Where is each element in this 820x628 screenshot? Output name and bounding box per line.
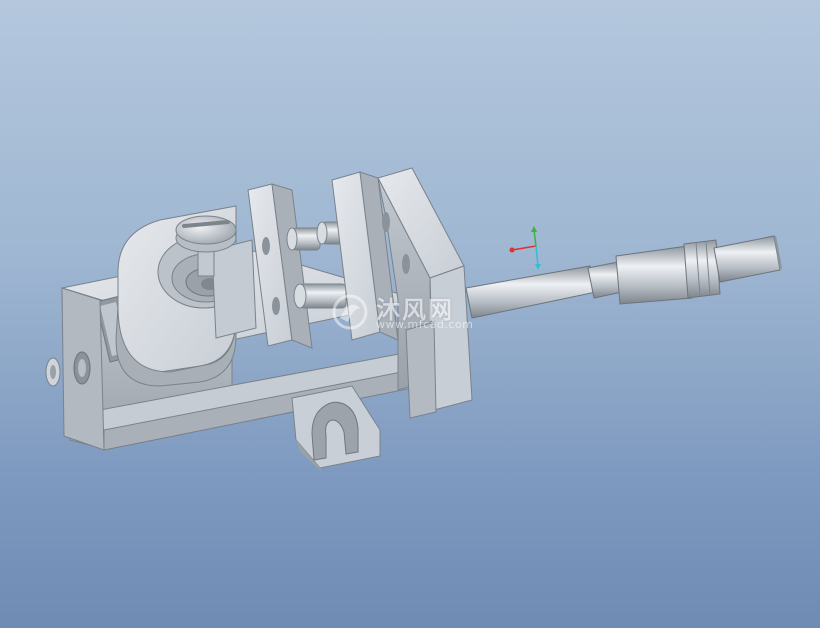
- mfcad-logo-icon: [332, 294, 368, 330]
- watermark-url: www.mfcad.com: [376, 318, 474, 331]
- model-viewport[interactable]: 沐风网 www.mfcad.com: [0, 0, 820, 628]
- side-screw: [45, 357, 61, 387]
- bottom-clamp: [291, 385, 381, 472]
- coordinate-triad-icon: [509, 226, 541, 270]
- watermark: 沐风网 www.mfcad.com: [330, 288, 500, 336]
